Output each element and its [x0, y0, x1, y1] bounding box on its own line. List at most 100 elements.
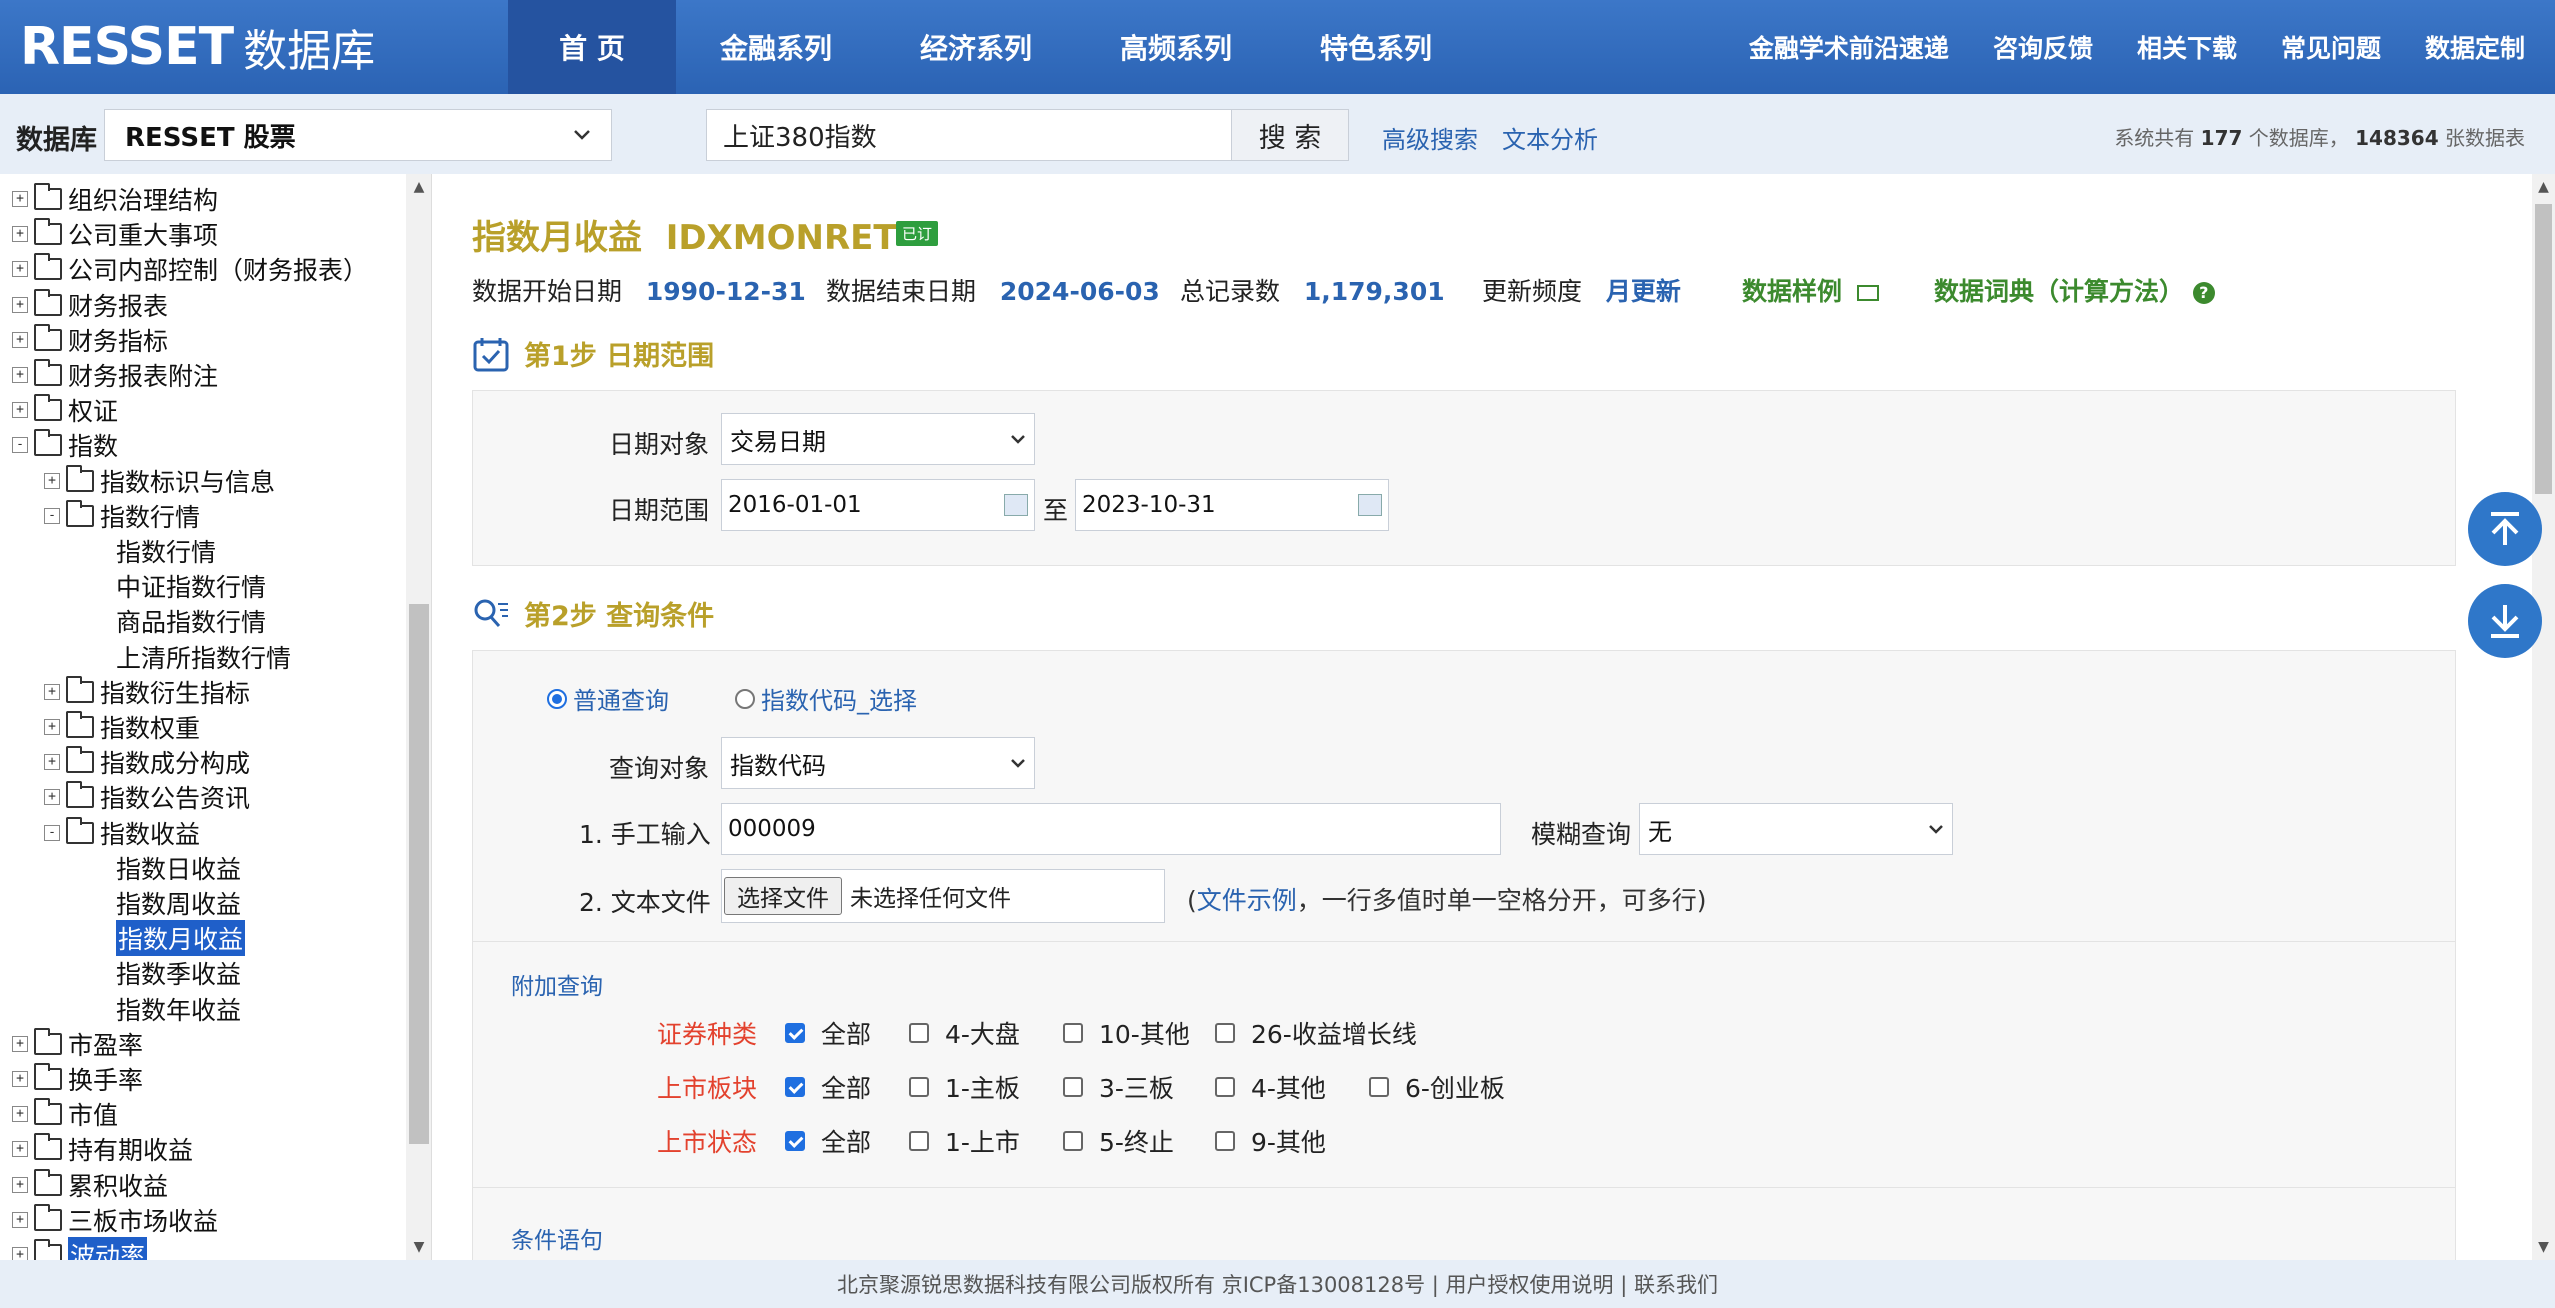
calendar-icon[interactable]: [1358, 494, 1382, 516]
expand-icon[interactable]: +: [44, 472, 60, 489]
resset-logo[interactable]: RESSET 数据库: [20, 14, 375, 80]
date-object-select[interactable]: 交易日期: [721, 413, 1035, 465]
tree-item[interactable]: 指数年收益: [116, 992, 241, 1026]
manual-input-field[interactable]: 000009: [721, 803, 1501, 855]
nav-faq[interactable]: 常见问题: [2281, 29, 2381, 65]
nav-economy[interactable]: 经济系列: [876, 0, 1076, 94]
filter-checkbox[interactable]: 3-三板: [1063, 1069, 1174, 1105]
end-date-input[interactable]: 2023-10-31: [1075, 479, 1389, 531]
tree-item[interactable]: - 指数: [12, 428, 118, 462]
filter-checkbox[interactable]: 6-创业板: [1369, 1069, 1505, 1105]
file-input[interactable]: 选择文件 未选择任何文件: [721, 869, 1165, 923]
tree-item[interactable]: 中证指数行情: [116, 569, 266, 603]
tree-item[interactable]: + 财务报表附注: [12, 358, 218, 392]
filter-checkbox[interactable]: 5-终止: [1063, 1123, 1174, 1159]
tree-item[interactable]: + 累积收益: [12, 1168, 168, 1202]
normal-query-radio[interactable]: 普通查询: [547, 681, 669, 716]
expand-icon[interactable]: +: [12, 1247, 28, 1260]
filter-checkbox[interactable]: 4-其他: [1215, 1069, 1326, 1105]
main-scrollbar[interactable]: ▲ ▼: [2532, 174, 2555, 1260]
tree-item[interactable]: + 指数权重: [44, 710, 200, 744]
file-sample-link[interactable]: 文件示例: [1197, 886, 1297, 915]
start-date-input[interactable]: 2016-01-01: [721, 479, 1035, 531]
tree-item[interactable]: + 公司重大事项: [12, 217, 218, 251]
tree-item[interactable]: + 三板市场收益: [12, 1203, 218, 1237]
tree-item[interactable]: + 指数成分构成: [44, 745, 250, 779]
nav-downloads[interactable]: 相关下载: [2137, 29, 2237, 65]
collapse-icon[interactable]: -: [12, 437, 28, 454]
tree-item[interactable]: 商品指数行情: [116, 604, 266, 638]
tree-item[interactable]: + 换手率: [12, 1062, 143, 1096]
tree-item[interactable]: + 指数公告资讯: [44, 780, 250, 814]
filter-checkbox[interactable]: 1-上市: [909, 1123, 1020, 1159]
tree-item[interactable]: 指数周收益: [116, 886, 241, 920]
expand-icon[interactable]: +: [12, 296, 28, 313]
scroll-up-icon[interactable]: ▲: [406, 174, 431, 200]
query-object-select[interactable]: 指数代码: [721, 737, 1035, 789]
expand-icon[interactable]: +: [12, 1176, 28, 1193]
expand-icon[interactable]: +: [12, 367, 28, 383]
tree-item[interactable]: + 持有期收益: [12, 1132, 193, 1166]
advanced-search-link[interactable]: 高级搜索: [1382, 120, 1478, 155]
tree-item[interactable]: + 指数衍生指标: [44, 675, 250, 709]
tree-item[interactable]: + 权证: [12, 393, 118, 427]
scroll-up-icon[interactable]: ▲: [2532, 174, 2555, 200]
expand-icon[interactable]: +: [44, 683, 60, 700]
tree-item[interactable]: + 组织治理结构: [12, 182, 218, 216]
tree-item[interactable]: + 指数标识与信息: [44, 464, 275, 498]
expand-icon[interactable]: +: [12, 1035, 28, 1052]
database-select[interactable]: RESSET 股票: [104, 109, 612, 161]
data-dictionary-link[interactable]: 数据词典（计算方法） ?: [1934, 272, 2215, 308]
scroll-down-icon[interactable]: ▼: [406, 1234, 431, 1260]
filter-checkbox[interactable]: 9-其他: [1215, 1123, 1326, 1159]
nav-finance[interactable]: 金融系列: [676, 0, 876, 94]
tree-item[interactable]: - 指数收益: [44, 816, 200, 850]
expand-icon[interactable]: +: [12, 1211, 28, 1228]
expand-icon[interactable]: +: [12, 191, 28, 207]
extra-query-title[interactable]: 附加查询: [511, 967, 603, 1001]
filter-checkbox[interactable]: 全部: [785, 1069, 871, 1105]
tree-scrollbar[interactable]: ▲ ▼: [406, 174, 431, 1260]
expand-icon[interactable]: +: [44, 719, 60, 735]
expand-icon[interactable]: +: [12, 331, 28, 348]
nav-home[interactable]: 首 页: [508, 0, 676, 94]
expand-icon[interactable]: +: [12, 1141, 28, 1158]
text-analysis-link[interactable]: 文本分析: [1502, 120, 1598, 155]
filter-checkbox[interactable]: 26-收益增长线: [1215, 1015, 1417, 1051]
nav-special[interactable]: 特色系列: [1276, 0, 1476, 94]
filter-checkbox[interactable]: 1-主板: [909, 1069, 1020, 1105]
search-button[interactable]: 搜 索: [1231, 109, 1349, 161]
expand-icon[interactable]: +: [12, 1071, 28, 1087]
expand-icon[interactable]: +: [12, 226, 28, 243]
condition-statement-title[interactable]: 条件语句: [511, 1221, 603, 1255]
collapse-icon[interactable]: -: [44, 507, 60, 524]
main-scroll-thumb[interactable]: [2535, 204, 2552, 494]
tree-item[interactable]: + 市值: [12, 1097, 118, 1131]
tree-scroll-thumb[interactable]: [409, 604, 429, 1144]
tree-item[interactable]: + 财务指标: [12, 323, 168, 357]
tree-item[interactable]: 指数日收益: [116, 851, 241, 885]
tree-item[interactable]: 上清所指数行情: [116, 640, 291, 674]
filter-checkbox[interactable]: 4-大盘: [909, 1015, 1020, 1051]
tree-item[interactable]: + 市盈率: [12, 1027, 143, 1061]
expand-icon[interactable]: +: [12, 402, 28, 419]
scroll-down-icon[interactable]: ▼: [2532, 1234, 2555, 1260]
calendar-icon[interactable]: [1004, 494, 1028, 516]
search-input[interactable]: 上证380指数: [706, 109, 1232, 161]
tree-item[interactable]: + 公司内部控制（财务报表）: [12, 252, 368, 286]
nav-academic-news[interactable]: 金融学术前沿速递: [1749, 29, 1949, 65]
fuzzy-query-select[interactable]: 无: [1639, 803, 1953, 855]
expand-icon[interactable]: +: [44, 789, 60, 806]
nav-custom-data[interactable]: 数据定制: [2425, 29, 2525, 65]
data-sample-link[interactable]: 数据样例: [1742, 272, 1879, 308]
expand-icon[interactable]: +: [44, 754, 60, 771]
tree-item[interactable]: 指数月收益: [116, 920, 246, 957]
tree-item[interactable]: + 财务报表: [12, 288, 168, 322]
go-to-bottom-button[interactable]: [2468, 584, 2542, 658]
back-to-top-button[interactable]: [2468, 492, 2542, 566]
nav-feedback[interactable]: 咨询反馈: [1993, 29, 2093, 65]
collapse-icon[interactable]: -: [44, 824, 60, 841]
index-code-select-radio[interactable]: 指数代码_选择: [735, 681, 917, 716]
tree-item[interactable]: + 波动率: [12, 1237, 148, 1260]
expand-icon[interactable]: +: [12, 1106, 28, 1123]
